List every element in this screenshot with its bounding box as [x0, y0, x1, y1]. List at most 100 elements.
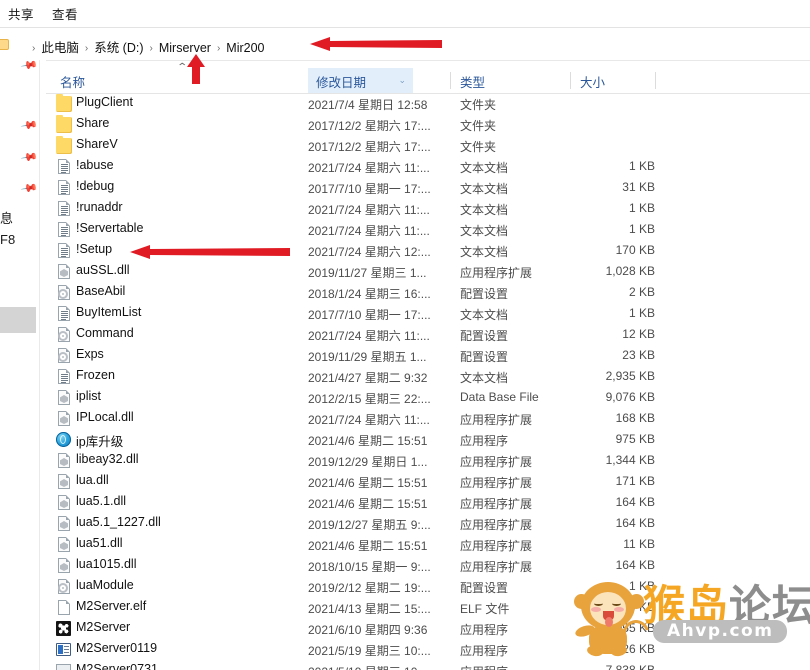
file-name[interactable]: !abuse [76, 158, 114, 172]
column-header-size[interactable]: 大小 [580, 72, 605, 91]
table-row[interactable]: luaModule 2019/2/12 星期二 19:... 配置设置 1 KB [0, 576, 810, 597]
file-size: 168 KB [615, 411, 655, 425]
file-name[interactable]: Exps [76, 347, 104, 361]
table-row[interactable]: libeay32.dll 2019/12/29 星期日 1... 应用程序扩展 1,3… [0, 450, 810, 471]
file-name[interactable]: M2Server0731 [76, 662, 158, 670]
column-divider[interactable] [655, 72, 656, 89]
table-row[interactable]: lua.dll 2021/4/6 星期二 15:51 应用程序扩展 171 KB [0, 471, 810, 492]
config-settings-icon [56, 327, 72, 343]
table-row[interactable]: Command 2021/7/24 星期六 11:... 配置设置 12 KB [0, 324, 810, 345]
column-header-row: 名称 修改日期 ⌄ 类型 大小 [0, 68, 810, 94]
file-name[interactable]: luaModule [76, 578, 134, 592]
file-date-modified: 2017/12/2 星期六 17:... [308, 140, 431, 154]
text-document-icon [56, 180, 72, 196]
pane-divider [39, 60, 40, 670]
menu-tab-share[interactable]: 共享 [8, 4, 34, 23]
breadcrumb-item-mir200[interactable]: Mir200 [226, 41, 264, 55]
file-date-modified: 2021/7/24 星期六 11:... [308, 413, 430, 427]
left-fragment-text-2: F8 [0, 232, 16, 247]
dll-file-icon [56, 474, 72, 490]
file-name[interactable]: !runaddr [76, 200, 123, 214]
dll-file-icon [56, 453, 72, 469]
table-row[interactable]: lua5.1.dll 2021/4/6 星期二 15:51 应用程序扩展 164 KB [0, 492, 810, 513]
table-row[interactable]: IPLocal.dll 2021/7/24 星期六 11:... 应用程序扩展 168… [0, 408, 810, 429]
file-date-modified: 2019/12/29 星期日 1... [308, 455, 428, 469]
menu-tab-view[interactable]: 查看 [52, 4, 78, 23]
file-name[interactable]: M2Server0119 [76, 641, 157, 655]
file-name[interactable]: ShareV [76, 137, 118, 151]
database-file-icon [56, 390, 72, 406]
file-size: 164 KB [615, 516, 655, 530]
table-row[interactable]: auSSL.dll 2019/11/27 星期三 1... 应用程序扩展 1,028 … [0, 261, 810, 282]
table-row[interactable]: ip库升级 2021/4/6 星期二 15:51 应用程序 975 KB [0, 429, 810, 450]
file-date-modified: 2021/7/24 星期六 11:... [308, 203, 430, 217]
file-name[interactable]: iplist [76, 389, 101, 403]
file-name[interactable]: lua51.dll [76, 536, 123, 550]
file-name[interactable]: !Setup [76, 242, 112, 256]
text-document-icon [56, 306, 72, 322]
chevron-down-icon[interactable]: ⌄ [398, 75, 406, 86]
table-row[interactable]: lua5.1_1227.dll 2019/12/27 星期五 9:... 应用程序扩… [0, 513, 810, 534]
table-row[interactable]: !debug 2017/7/10 星期一 17:... 文本文档 31 KB [0, 177, 810, 198]
table-row[interactable]: BaseAbil 2018/1/24 星期三 16:... 配置设置 2 KB [0, 282, 810, 303]
file-name[interactable]: !debug [76, 179, 114, 193]
file-name[interactable]: BaseAbil [76, 284, 125, 298]
file-name[interactable]: lua5.1.dll [76, 494, 126, 508]
table-row[interactable]: !runaddr 2021/7/24 星期六 11:... 文本文档 1 KB [0, 198, 810, 219]
file-date-modified: 2021/4/13 星期二 15:... [308, 602, 431, 616]
file-date-modified: 2012/2/15 星期三 22:... [308, 392, 431, 406]
file-size: 2,935 KB [605, 369, 655, 383]
folder-icon [56, 136, 72, 154]
file-size: 11 KB [623, 537, 655, 551]
table-row[interactable]: Frozen 2021/4/27 星期二 9:32 文本文档 2,935 KB [0, 366, 810, 387]
file-name[interactable]: M2Server.elf [76, 599, 146, 613]
text-document-icon [56, 369, 72, 385]
file-name[interactable]: M2Server [76, 620, 130, 634]
column-header-date-modified[interactable]: 修改日期 ⌄ [308, 68, 413, 93]
file-name[interactable]: Command [76, 326, 134, 340]
table-row[interactable]: PlugClient 2021/7/4 星期日 12:58 文件夹 [0, 93, 810, 114]
table-row[interactable]: lua51.dll 2021/4/6 星期二 15:51 应用程序扩展 11 KB [0, 534, 810, 555]
table-row[interactable]: !Setup 2021/7/24 星期六 12:... 文本文档 170 KB [0, 240, 810, 261]
table-row[interactable]: ShareV 2017/12/2 星期六 17:... 文件夹 [0, 135, 810, 156]
table-row[interactable]: M2Server07312021/5/19 星期三 10...应用程序7,838… [0, 660, 810, 670]
column-header-type[interactable]: 类型 [460, 72, 485, 91]
file-name[interactable]: lua5.1_1227.dll [76, 515, 161, 529]
breadcrumb-item-mirserver[interactable]: Mirserver [159, 41, 211, 55]
file-size: 1,028 KB [605, 264, 655, 278]
table-row[interactable]: M2Server 2021/6/10 星期四 9:36 应用程序 955 KB [0, 618, 810, 639]
file-list[interactable]: PlugClient 2021/7/4 星期日 12:58 文件夹 Share 2017… [0, 93, 810, 670]
file-name[interactable]: Frozen [76, 368, 115, 382]
file-name[interactable]: Share [76, 116, 109, 130]
file-date-modified: 2021/6/10 星期四 9:36 [308, 623, 428, 637]
file-name[interactable]: auSSL.dll [76, 263, 130, 277]
file-name[interactable]: BuyItemList [76, 305, 141, 319]
file-name[interactable]: IPLocal.dll [76, 410, 134, 424]
breadcrumb-item-drive-d[interactable]: 系统 (D:) [94, 41, 143, 55]
breadcrumb-item-this-pc[interactable]: 此电脑 [41, 41, 79, 55]
file-name[interactable]: libeay32.dll [76, 452, 139, 466]
file-date-modified: 2017/7/10 星期一 17:... [308, 182, 431, 196]
column-divider[interactable] [570, 72, 571, 89]
table-row[interactable]: Exps 2019/11/29 星期五 1... 配置设置 23 KB [0, 345, 810, 366]
table-row[interactable]: !Servertable 2021/7/24 星期六 11:... 文本文档 1 KB [0, 219, 810, 240]
file-name[interactable]: ip库升级 [76, 431, 123, 450]
file-name[interactable]: !Servertable [76, 221, 143, 235]
file-size: 975 KB [615, 432, 655, 446]
blank-file-icon [56, 600, 72, 616]
column-divider[interactable] [450, 72, 451, 89]
file-size: 1 KB [628, 222, 655, 236]
table-row[interactable]: Share 2017/12/2 星期六 17:... 文件夹 [0, 114, 810, 135]
file-name[interactable]: lua.dll [76, 473, 109, 487]
column-header-name[interactable]: 名称 [60, 72, 85, 91]
file-name[interactable]: PlugClient [76, 95, 133, 109]
table-row[interactable]: iplist 2012/2/15 星期三 22:... Data Base File… [0, 387, 810, 408]
table-row[interactable]: M2Server.elf 2021/4/13 星期二 15:... ELF 文件 20… [0, 597, 810, 618]
table-row[interactable]: M2Server0119 2021/5/19 星期三 10:... 应用程序 8,22… [0, 639, 810, 660]
table-row[interactable]: !abuse 2021/7/24 星期六 11:... 文本文档 1 KB [0, 156, 810, 177]
breadcrumb[interactable]: › 此电脑 › 系统 (D:) › Mirserver › Mir200 [26, 37, 265, 56]
table-row[interactable]: BuyItemList 2017/7/10 星期一 17:... 文本文档 1 KB [0, 303, 810, 324]
file-name[interactable]: lua1015.dll [76, 557, 136, 571]
breadcrumb-separator-icon: › [84, 43, 89, 54]
table-row[interactable]: lua1015.dll 2018/10/15 星期一 9:... 应用程序扩展 164… [0, 555, 810, 576]
